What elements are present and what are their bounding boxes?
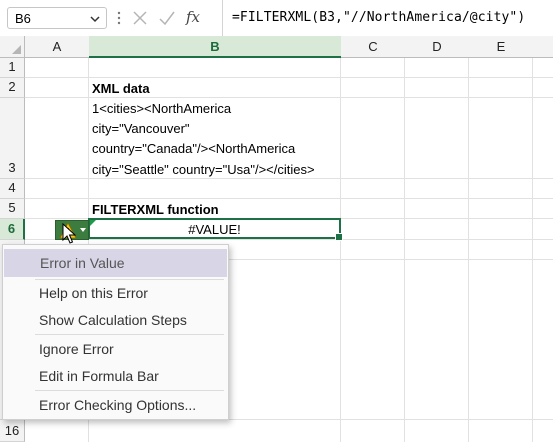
column-header-e[interactable]: E	[469, 36, 533, 58]
fill-handle[interactable]	[335, 233, 343, 241]
formula-bar: B6 fx =FILTERXML(B3,"//NorthAmerica/@cit…	[0, 0, 553, 36]
menu-item-help-on-error[interactable]: Help on this Error	[3, 279, 228, 307]
name-box-value: B6	[15, 11, 31, 26]
row-header-1[interactable]: 1	[0, 58, 25, 78]
name-box[interactable]: B6	[7, 7, 107, 29]
menu-item-show-calculation-steps[interactable]: Show Calculation Steps	[3, 306, 228, 334]
menu-header-error-in-value: Error in Value	[4, 249, 227, 277]
row-header-4[interactable]: 4	[0, 179, 25, 199]
column-header-a[interactable]: A	[25, 36, 89, 58]
column-header-c[interactable]: C	[341, 36, 405, 58]
error-context-menu: Error in Value Help on this Error Show C…	[2, 244, 229, 420]
cell-b6-value: #VALUE!	[188, 222, 241, 237]
more-options-icon[interactable]	[116, 11, 122, 25]
row-header-5[interactable]: 5	[0, 199, 25, 219]
cell-b3-line-2[interactable]: city="Vancouver"	[92, 121, 190, 136]
column-header-f[interactable]	[533, 36, 553, 58]
cell-b3-line-3[interactable]: country="Canada"/><NorthAmerica	[92, 141, 295, 156]
cell-b5[interactable]: FILTERXML function	[92, 202, 219, 217]
column-header-b[interactable]: B	[89, 36, 341, 58]
active-cell-b6[interactable]: #VALUE!	[88, 218, 343, 241]
menu-item-edit-in-formula-bar[interactable]: Edit in Formula Bar	[3, 362, 228, 390]
column-header-d[interactable]: D	[405, 36, 469, 58]
menu-item-ignore-error[interactable]: Ignore Error	[3, 335, 228, 363]
mouse-pointer-icon	[62, 223, 76, 244]
insert-function-icon[interactable]: fx	[186, 8, 200, 26]
select-all-button[interactable]	[0, 36, 25, 58]
row-header-3[interactable]: 3	[0, 98, 25, 179]
chevron-down-icon[interactable]	[88, 12, 102, 26]
formula-text: =FILTERXML(B3,"//NorthAmerica/@city")	[232, 10, 526, 25]
row-header-2[interactable]: 2	[0, 78, 25, 98]
dropdown-arrow-icon	[80, 228, 86, 232]
row-header-6[interactable]: 6	[0, 219, 25, 240]
cell-b3-line-1[interactable]: 1<cities><NorthAmerica	[92, 101, 231, 116]
row-header-16[interactable]: 16	[0, 420, 25, 442]
cancel-icon[interactable]	[132, 8, 148, 31]
cell-b3-line-4[interactable]: city="Seattle" country="Usa"/></cities>	[92, 162, 315, 177]
menu-item-error-checking-options[interactable]: Error Checking Options...	[3, 391, 228, 419]
formula-input[interactable]: =FILTERXML(B3,"//NorthAmerica/@city")	[222, 0, 553, 36]
enter-icon[interactable]	[158, 8, 176, 31]
cell-b2[interactable]: XML data	[92, 81, 150, 96]
